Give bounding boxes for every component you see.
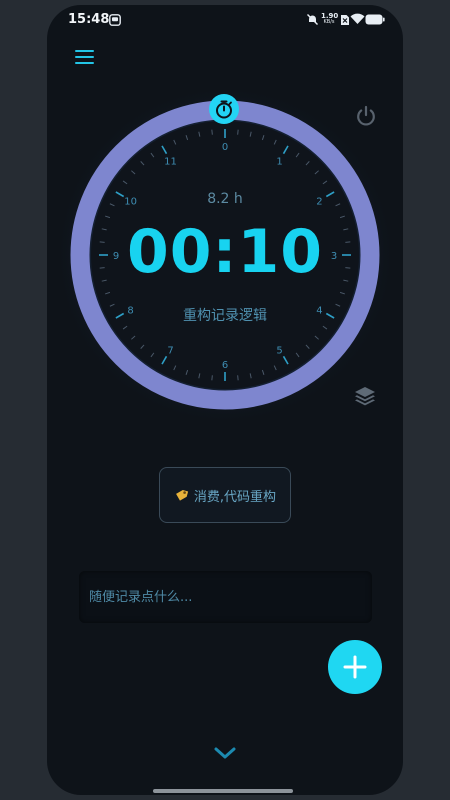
layers-icon — [355, 387, 375, 406]
dial-tick-minor — [185, 369, 189, 375]
dial-tick-major — [161, 355, 168, 365]
dial-tick-minor — [131, 170, 136, 175]
dial-tick-minor — [295, 352, 300, 358]
dial-tick-minor — [322, 180, 328, 185]
dial-tick-major — [161, 145, 168, 155]
dial-tick-minor — [339, 291, 345, 295]
app-screen: 15:48 1.90 KB/s 0 1 2 3 4 5 6 7 8 9 10 1… — [47, 5, 403, 795]
dial-tick-minor — [273, 139, 277, 145]
dial-tick-minor — [261, 135, 265, 141]
dial-tick-major — [282, 355, 289, 365]
dial-tick-minor — [249, 131, 252, 137]
dial-tick-minor — [150, 152, 155, 158]
wifi-icon — [350, 13, 365, 24]
dial-tick-minor — [185, 135, 189, 141]
menu-icon — [75, 50, 94, 53]
dial-tick-minor — [198, 373, 201, 379]
dial-tick-minor — [122, 180, 128, 185]
power-button[interactable] — [353, 103, 379, 129]
dial-tick-minor — [140, 161, 145, 166]
dial-tick-minor — [314, 170, 319, 175]
status-bar: 15:48 1.90 KB/s — [47, 5, 403, 35]
menu-button[interactable] — [75, 47, 95, 67]
dial-tick-minor — [295, 152, 300, 158]
dial-tick-minor — [261, 369, 265, 375]
dial-number: 5 — [276, 345, 282, 356]
dial-number: 7 — [167, 345, 173, 356]
dial-tick-minor — [131, 335, 136, 340]
layers-button[interactable] — [352, 383, 378, 409]
total-hours: 8.2 h — [207, 191, 243, 207]
dial-tick-minor — [305, 161, 310, 166]
stopwatch-icon — [216, 100, 232, 119]
dial-number: 1 — [276, 157, 282, 168]
chevron-down-icon — [214, 747, 236, 759]
dial-tick-minor — [314, 335, 319, 340]
dial-number: 0 — [222, 142, 228, 153]
elapsed-time: 00:10 — [127, 217, 323, 287]
dial-tick-minor — [249, 373, 252, 379]
battery-icon — [365, 14, 385, 25]
collapse-button[interactable] — [212, 743, 238, 763]
home-indicator[interactable] — [153, 789, 293, 793]
dial-tick-minor — [237, 129, 239, 135]
dial-tick-minor — [105, 291, 111, 295]
dial-tick-minor — [211, 375, 213, 381]
dial-number: 11 — [164, 157, 177, 168]
dial-tick-minor — [305, 344, 310, 349]
dial-number: 6 — [222, 360, 228, 371]
dial-tick-minor — [237, 375, 239, 381]
dial-tick-major — [282, 145, 289, 155]
dial-tick-minor — [322, 325, 328, 330]
dial-tick-minor — [273, 365, 277, 371]
dial-tick-minor — [173, 365, 177, 371]
mute-bell-icon — [307, 14, 318, 25]
timer-badge[interactable] — [209, 94, 239, 124]
plus-icon — [343, 655, 367, 679]
dial-tick-minor — [173, 139, 177, 145]
category-chip[interactable]: 消费,代码重构 — [159, 467, 291, 523]
notification-app-icon — [109, 14, 121, 26]
category-label: 消费,代码重构 — [193, 489, 277, 505]
power-icon — [357, 105, 375, 126]
dial-tick-minor — [198, 131, 201, 137]
no-sim-icon — [341, 15, 349, 25]
network-speed: 1.90 KB/s — [321, 13, 338, 26]
dial-tick-minor — [140, 344, 145, 349]
dial-tick-minor — [211, 129, 213, 135]
dial-tick-minor — [150, 352, 155, 358]
dial-tick-minor — [122, 325, 128, 330]
network-speed-unit: KB/s — [323, 19, 335, 25]
add-button[interactable] — [328, 640, 382, 694]
tag-icon — [175, 490, 189, 501]
task-title[interactable]: 重构记录逻辑 — [47, 305, 403, 325]
note-input[interactable] — [79, 571, 372, 623]
status-time: 15:48 — [68, 12, 110, 27]
